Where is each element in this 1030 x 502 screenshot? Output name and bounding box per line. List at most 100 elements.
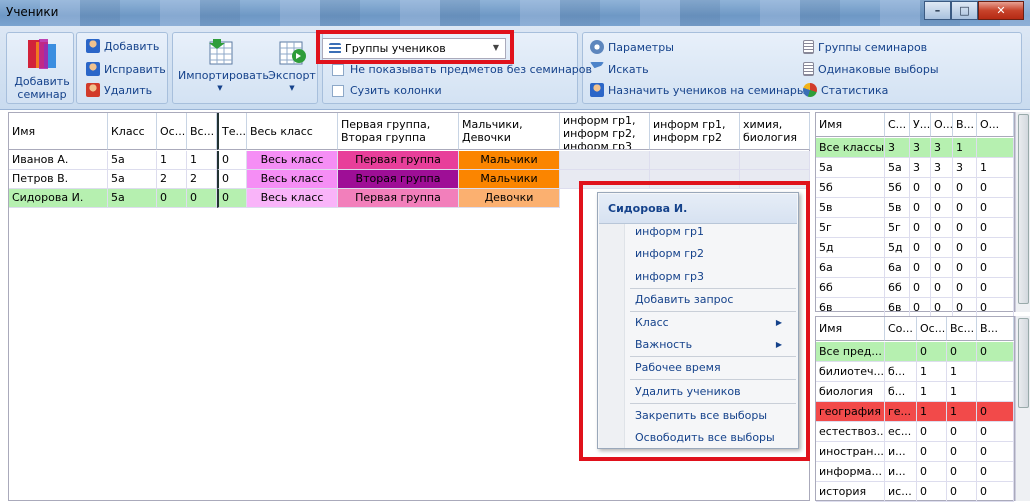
subjects-scroll-thumb[interactable] <box>1018 318 1029 408</box>
classes-cell[interactable]: 1 <box>977 158 1014 178</box>
subjects-cell[interactable]: 0 <box>977 402 1014 422</box>
classes-cell[interactable]: 0 <box>910 298 931 318</box>
table-cell-te[interactable]: 0 <box>217 170 247 189</box>
table-cell-group[interactable]: Первая группа <box>338 151 459 170</box>
classes-cell[interactable]: 0 <box>910 238 931 258</box>
parameters-button[interactable]: Параметры <box>590 40 674 54</box>
classes-cell[interactable]: 3 <box>953 158 977 178</box>
col-header-whole-class[interactable]: Весь класс <box>247 113 338 150</box>
subjects-row-name[interactable]: Все пред... <box>816 342 885 362</box>
classes-row-name[interactable]: 6б <box>816 278 885 298</box>
search-button[interactable]: Искать <box>590 62 649 76</box>
classes-cell[interactable]: 5г <box>885 218 910 238</box>
table-cell-whole-class[interactable]: Весь класс <box>247 151 338 170</box>
table-cell-class[interactable]: 5а <box>108 189 157 208</box>
table-cell-te[interactable]: 0 <box>217 151 247 170</box>
assign-students-button[interactable]: Назначить учеников на семинары <box>590 83 806 97</box>
classes-header-col3[interactable]: О... <box>931 113 953 137</box>
import-button[interactable]: Импортировать ▼ <box>178 38 269 95</box>
table-cell-class[interactable]: 5а <box>108 170 157 189</box>
classes-cell[interactable]: 0 <box>931 278 953 298</box>
subjects-cell[interactable]: 1 <box>917 402 947 422</box>
subjects-cell[interactable]: 0 <box>947 422 977 442</box>
subjects-cell[interactable]: 0 <box>977 422 1014 442</box>
narrow-columns-check[interactable] <box>332 84 344 97</box>
delete-student-button[interactable]: Удалить <box>86 83 152 97</box>
classes-row-name[interactable]: 5б <box>816 178 885 198</box>
classes-cell[interactable]: 0 <box>977 258 1014 278</box>
classes-row-name[interactable]: 5в <box>816 198 885 218</box>
classes-cell[interactable]: 0 <box>977 278 1014 298</box>
table-cell-whole-class[interactable]: Весь класс <box>247 170 338 189</box>
classes-header-col2[interactable]: У... <box>910 113 931 137</box>
subjects-cell[interactable] <box>977 362 1014 382</box>
subjects-row-name[interactable]: география <box>816 402 885 422</box>
table-cell-inform2[interactable] <box>650 151 740 170</box>
classes-cell[interactable]: 3 <box>910 138 931 158</box>
subjects-cell[interactable]: 0 <box>917 342 947 362</box>
classes-cell[interactable]: 3 <box>910 158 931 178</box>
classes-cell[interactable]: 0 <box>953 218 977 238</box>
subjects-scrollbar[interactable] <box>1015 316 1030 501</box>
add-seminar-button[interactable]: Добавить семинар <box>10 36 74 101</box>
subjects-row-name[interactable]: информа... <box>816 462 885 482</box>
classes-cell[interactable]: 0 <box>931 178 953 198</box>
classes-cell[interactable]: 0 <box>910 218 931 238</box>
col-header-chem-bio[interactable]: химия, биология <box>740 113 810 150</box>
table-cell-os[interactable]: 0 <box>157 189 187 208</box>
same-choices-button[interactable]: Одинаковые выборы <box>803 62 939 76</box>
subjects-cell[interactable] <box>977 382 1014 402</box>
classes-cell[interactable]: 0 <box>977 178 1014 198</box>
table-cell-vs[interactable]: 1 <box>187 151 217 170</box>
subjects-row-name[interactable]: иностран... <box>816 442 885 462</box>
classes-cell[interactable]: 0 <box>931 258 953 278</box>
edit-student-button[interactable]: Исправить <box>86 62 166 76</box>
subjects-header-col3[interactable]: Вс... <box>947 317 977 341</box>
col-header-groups[interactable]: Первая группа, Вторая группа <box>338 113 459 150</box>
col-header-inform2[interactable]: информ гр1, информ гр2 <box>650 113 740 150</box>
subjects-cell[interactable] <box>885 342 917 362</box>
classes-header-col1[interactable]: С... <box>885 113 910 137</box>
export-button[interactable]: Экспорт ▼ <box>268 38 316 95</box>
classes-header-col4[interactable]: В... <box>953 113 977 137</box>
table-row-name[interactable]: Петров В. <box>9 170 108 189</box>
table-cell-inform3[interactable] <box>560 151 650 170</box>
classes-cell[interactable] <box>977 138 1014 158</box>
col-header-gender[interactable]: Мальчики, Девочки <box>459 113 560 150</box>
subjects-header-col1[interactable]: Со... <box>885 317 917 341</box>
subjects-cell[interactable]: б... <box>885 382 917 402</box>
subjects-cell[interactable]: 0 <box>947 462 977 482</box>
classes-cell[interactable]: 3 <box>931 158 953 178</box>
subjects-cell[interactable]: 0 <box>977 442 1014 462</box>
classes-cell[interactable]: 0 <box>931 238 953 258</box>
subjects-row-name[interactable]: естествоз... <box>816 422 885 442</box>
subjects-cell[interactable]: 0 <box>917 422 947 442</box>
table-cell-gender[interactable]: Девочки <box>459 189 560 208</box>
classes-cell[interactable]: 0 <box>910 278 931 298</box>
classes-cell[interactable]: 6в <box>885 298 910 318</box>
statistics-button[interactable]: Статистика <box>803 83 888 97</box>
classes-cell[interactable]: 0 <box>977 198 1014 218</box>
classes-cell[interactable]: 0 <box>931 298 953 318</box>
subjects-cell[interactable]: 0 <box>917 462 947 482</box>
col-header-name[interactable]: Имя <box>9 113 108 150</box>
subjects-cell[interactable]: и... <box>885 442 917 462</box>
classes-cell[interactable]: 0 <box>910 178 931 198</box>
subjects-cell[interactable]: 1 <box>917 362 947 382</box>
classes-cell[interactable]: 0 <box>931 218 953 238</box>
subjects-cell[interactable]: 1 <box>917 382 947 402</box>
table-cell-gender[interactable]: Мальчики <box>459 151 560 170</box>
subjects-cell[interactable]: 0 <box>947 442 977 462</box>
classes-row-name[interactable]: 6а <box>816 258 885 278</box>
seminar-groups-button[interactable]: Группы семинаров <box>803 40 927 54</box>
subjects-cell[interactable]: 0 <box>977 462 1014 482</box>
classes-cell[interactable]: 5б <box>885 178 910 198</box>
classes-cell[interactable]: 3 <box>885 138 910 158</box>
table-cell-os[interactable]: 1 <box>157 151 187 170</box>
classes-cell[interactable]: 5д <box>885 238 910 258</box>
classes-cell[interactable]: 0 <box>953 258 977 278</box>
subjects-cell[interactable]: ге... <box>885 402 917 422</box>
col-header-vs[interactable]: Вс... <box>187 113 217 150</box>
classes-row-name[interactable]: 5г <box>816 218 885 238</box>
classes-cell[interactable]: 0 <box>953 278 977 298</box>
